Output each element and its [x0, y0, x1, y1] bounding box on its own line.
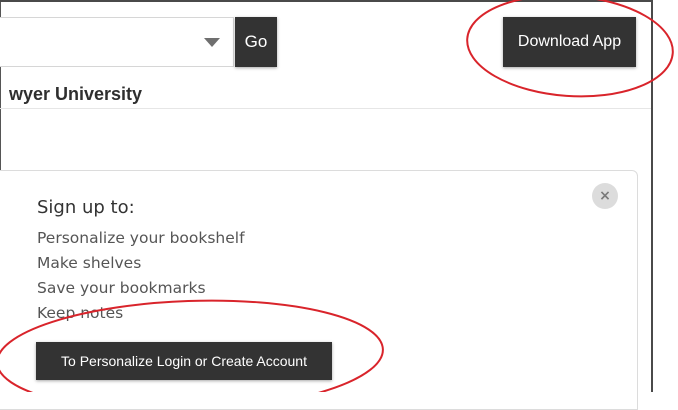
signup-card-title: Sign up to: [37, 197, 135, 218]
benefit-item: Save your bookmarks [37, 279, 206, 297]
benefits-list: Personalize your bookshelf Make shelves … [37, 226, 245, 326]
benefit-item: Personalize your bookshelf [37, 229, 245, 247]
benefit-item: Make shelves [37, 254, 142, 272]
close-icon[interactable]: × [592, 183, 618, 209]
download-app-button[interactable]: Download App [503, 17, 636, 67]
header-divider [0, 108, 651, 109]
library-select[interactable] [0, 17, 234, 67]
login-create-account-button[interactable]: To Personalize Login or Create Account [36, 342, 332, 380]
benefit-item: Keep notes [37, 304, 124, 322]
chevron-down-icon[interactable] [204, 38, 220, 47]
app-frame: Go Download App wyer University Sign up … [0, 0, 653, 410]
institution-name: wyer University [9, 84, 143, 104]
top-divider [0, 0, 653, 2]
go-button[interactable]: Go [235, 17, 277, 67]
